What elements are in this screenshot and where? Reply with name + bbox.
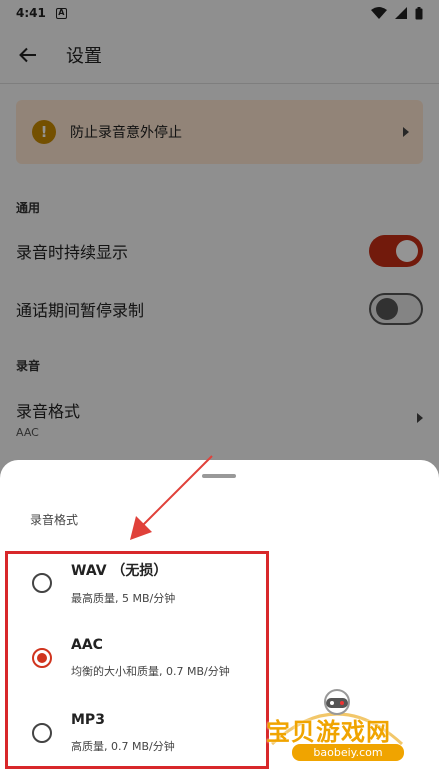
format-option-aac[interactable]: AAC 均衡的大小和质量, 0.7 MB/分钟 — [10, 623, 268, 693]
option-name: WAV （无损） — [71, 563, 168, 579]
sheet-title: 录音格式 — [30, 513, 79, 527]
watermark-url: baobeiy.com — [292, 744, 404, 761]
option-description: 均衡的大小和质量, 0.7 MB/分钟 — [71, 665, 230, 678]
option-name: MP3 — [71, 712, 105, 728]
format-option-mp3[interactable]: MP3 高质量, 0.7 MB/分钟 — [10, 698, 268, 768]
option-text: MP3 高质量, 0.7 MB/分钟 — [71, 712, 175, 754]
watermark-text: 宝贝游戏网 — [266, 718, 391, 746]
option-text: AAC 均衡的大小和质量, 0.7 MB/分钟 — [71, 637, 230, 679]
radio-button[interactable] — [32, 723, 52, 743]
option-name: AAC — [71, 637, 103, 653]
option-text: WAV （无损） 最高质量, 5 MB/分钟 — [71, 560, 175, 606]
option-description: 高质量, 0.7 MB/分钟 — [71, 740, 175, 753]
format-option-wav[interactable]: WAV （无损） 最高质量, 5 MB/分钟 — [10, 548, 268, 618]
option-description: 最高质量, 5 MB/分钟 — [71, 592, 176, 605]
radio-button[interactable] — [32, 573, 52, 593]
drag-handle[interactable] — [202, 474, 236, 478]
radio-button-selected[interactable] — [32, 648, 52, 668]
